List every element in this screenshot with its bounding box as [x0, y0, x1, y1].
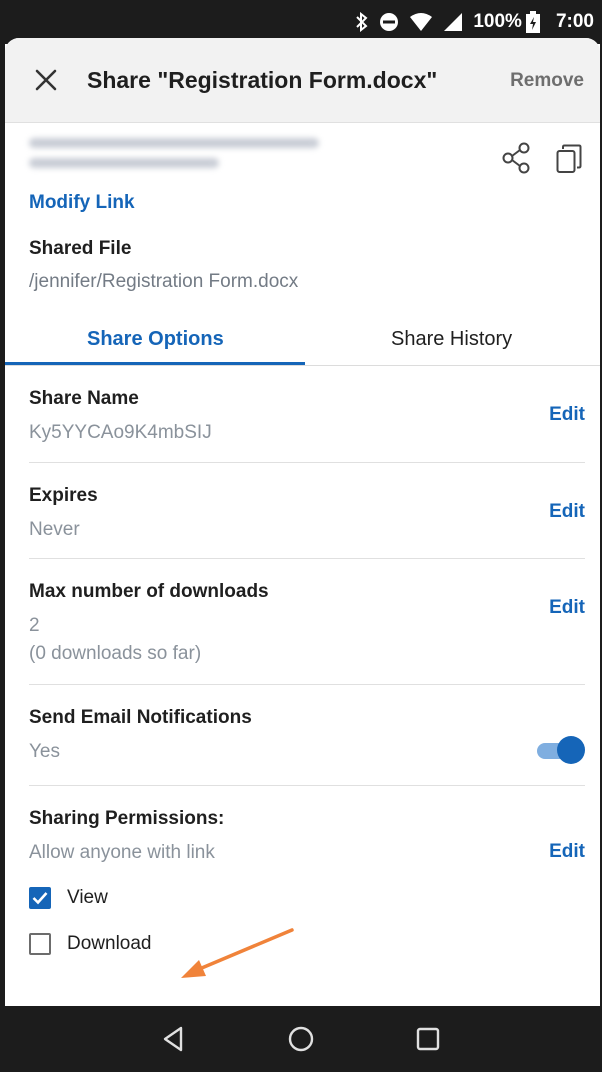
max-downloads-value: 2	[29, 615, 40, 636]
divider	[29, 558, 585, 559]
remove-button[interactable]: Remove	[510, 70, 584, 92]
share-name-section: Share Name Ky5YYCAo9K4mbSIJ Edit	[29, 388, 585, 444]
download-permission-checkbox[interactable]: Download	[29, 933, 152, 955]
share-sheet: Share "Registration Form.docx" Remove Mo…	[5, 38, 600, 1006]
modify-link-button[interactable]: Modify Link	[29, 192, 135, 214]
view-permission-checkbox[interactable]: View	[29, 887, 108, 909]
home-icon[interactable]	[286, 1024, 316, 1054]
checkbox-checked-icon	[29, 887, 51, 909]
wifi-icon	[409, 12, 433, 32]
tab-share-options[interactable]: Share Options	[87, 328, 224, 366]
signal-icon	[443, 12, 463, 32]
clock: 7:00	[555, 11, 594, 32]
share-link-url	[29, 138, 329, 182]
back-icon[interactable]	[159, 1024, 189, 1054]
checkbox-unchecked-icon	[29, 933, 51, 955]
toggle-knob	[557, 736, 585, 764]
close-icon[interactable]	[33, 67, 59, 93]
system-navigation-bar	[0, 1006, 602, 1072]
share-name-value: Ky5YYCAo9K4mbSIJ	[29, 422, 212, 443]
expires-section: Expires Never Edit	[29, 485, 585, 541]
email-notifications-section: Send Email Notifications Yes	[29, 707, 585, 765]
divider	[29, 785, 585, 786]
edit-expires-button[interactable]: Edit	[549, 501, 585, 523]
email-notifications-title: Send Email Notifications	[29, 707, 252, 728]
sharing-permissions-section: Sharing Permissions: Allow anyone with l…	[29, 808, 585, 864]
edit-share-name-button[interactable]: Edit	[549, 404, 585, 426]
edit-max-downloads-button[interactable]: Edit	[549, 597, 585, 619]
expires-value: Never	[29, 519, 80, 540]
email-notifications-value: Yes	[29, 741, 60, 762]
expires-title: Expires	[29, 485, 98, 506]
bluetooth-icon	[355, 12, 369, 32]
sharing-permissions-value: Allow anyone with link	[29, 842, 215, 863]
battery-charging-icon	[525, 11, 540, 33]
max-downloads-section: Max number of downloads 2 (0 downloads s…	[29, 581, 585, 665]
recents-icon[interactable]	[413, 1024, 443, 1054]
share-header: Share "Registration Form.docx" Remove	[5, 38, 600, 123]
page-title: Share "Registration Form.docx"	[87, 67, 438, 93]
edit-permissions-button[interactable]: Edit	[549, 841, 585, 863]
sharing-permissions-title: Sharing Permissions:	[29, 808, 225, 829]
copy-icon[interactable]	[556, 144, 582, 174]
divider	[29, 462, 585, 463]
battery-percentage: 100%	[473, 11, 522, 32]
tab-share-history[interactable]: Share History	[391, 328, 512, 366]
do-not-disturb-icon	[379, 12, 399, 32]
annotation-arrow-icon	[181, 928, 294, 978]
downloads-so-far: (0 downloads so far)	[29, 643, 202, 664]
divider	[29, 684, 585, 685]
tab-divider	[5, 365, 600, 366]
view-permission-label: View	[67, 887, 108, 908]
share-name-title: Share Name	[29, 388, 139, 409]
download-permission-label: Download	[67, 933, 152, 954]
email-notifications-toggle[interactable]	[537, 735, 585, 765]
max-downloads-title: Max number of downloads	[29, 581, 269, 602]
shared-file-path: /jennifer/Registration Form.docx	[29, 271, 299, 292]
shared-file-label: Shared File	[29, 238, 132, 259]
share-icon[interactable]	[502, 142, 530, 174]
